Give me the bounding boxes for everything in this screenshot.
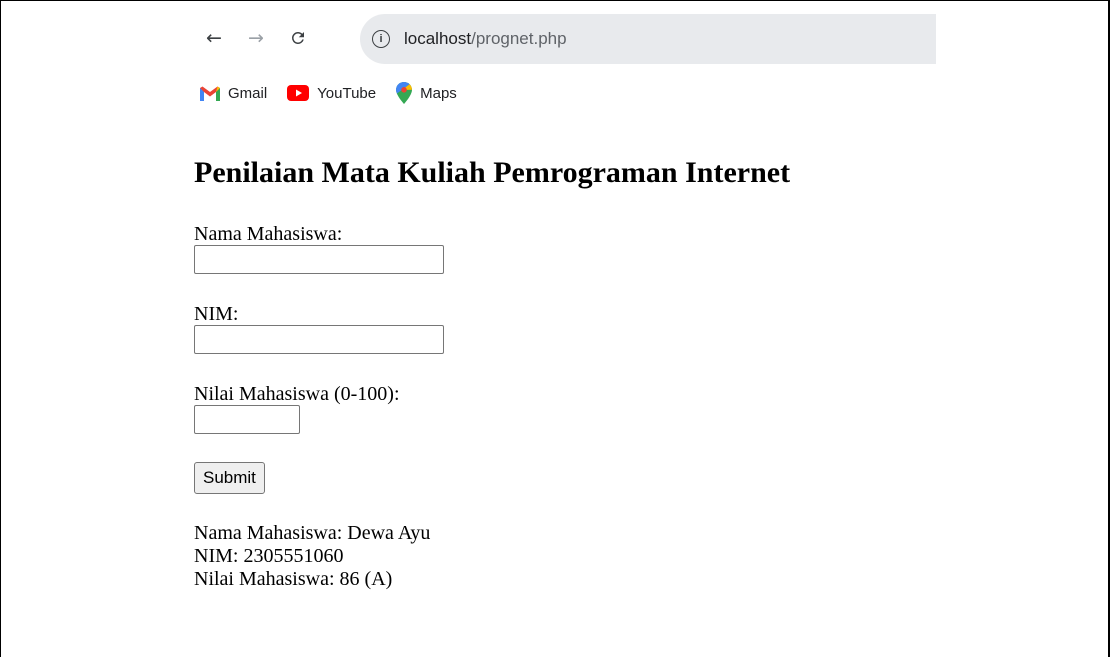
bookmark-youtube[interactable]: YouTube	[287, 85, 376, 102]
page-content: Penilaian Mata Kuliah Pemrograman Intern…	[194, 155, 936, 591]
browser-toolbar: ← → i localhost/prognet.php	[194, 14, 936, 64]
url-text: localhost/prognet.php	[404, 29, 567, 49]
gmail-icon	[200, 86, 220, 101]
page-title: Penilaian Mata Kuliah Pemrograman Intern…	[194, 156, 791, 189]
bookmark-label: Maps	[420, 84, 457, 102]
result-nim: NIM: 2305551060	[194, 545, 344, 567]
score-label: Nilai Mahasiswa (0-100):	[194, 383, 400, 405]
url-host: localhost	[404, 29, 472, 48]
forward-button[interactable]: →	[242, 24, 270, 52]
url-path: /prognet.php	[471, 29, 567, 48]
name-field-group: Nama Mahasiswa:	[194, 223, 936, 274]
bookmark-label: YouTube	[317, 84, 377, 102]
result-score: Nilai Mahasiswa: 86 (A)	[194, 568, 393, 590]
score-field-group: Nilai Mahasiswa (0-100):	[194, 383, 936, 434]
youtube-icon	[287, 85, 310, 101]
reload-icon	[291, 31, 304, 44]
name-label: Nama Mahasiswa:	[194, 223, 343, 245]
bookmarks-bar: Gmail YouTube Maps	[200, 81, 457, 105]
nim-label: NIM:	[194, 303, 239, 325]
name-input[interactable]	[194, 245, 444, 274]
nim-field-group: NIM:	[194, 303, 936, 354]
score-input[interactable]	[194, 405, 300, 434]
maps-icon	[396, 82, 413, 104]
address-bar[interactable]: i localhost/prognet.php	[360, 14, 936, 64]
bookmark-label: Gmail	[228, 84, 268, 102]
arrow-left-icon: ←	[206, 27, 222, 49]
arrow-right-icon: →	[248, 27, 264, 49]
back-button[interactable]: ←	[200, 24, 228, 52]
result-block: Nama Mahasiswa: Dewa Ayu NIM: 2305551060…	[194, 522, 936, 591]
nim-input[interactable]	[194, 325, 444, 354]
submit-button[interactable]: Submit	[194, 462, 265, 494]
reload-button[interactable]	[284, 24, 312, 52]
result-name: Nama Mahasiswa: Dewa Ayu	[194, 522, 431, 544]
bookmark-maps[interactable]: Maps	[396, 82, 457, 104]
info-icon[interactable]: i	[372, 30, 390, 48]
bookmark-gmail[interactable]: Gmail	[200, 85, 267, 102]
